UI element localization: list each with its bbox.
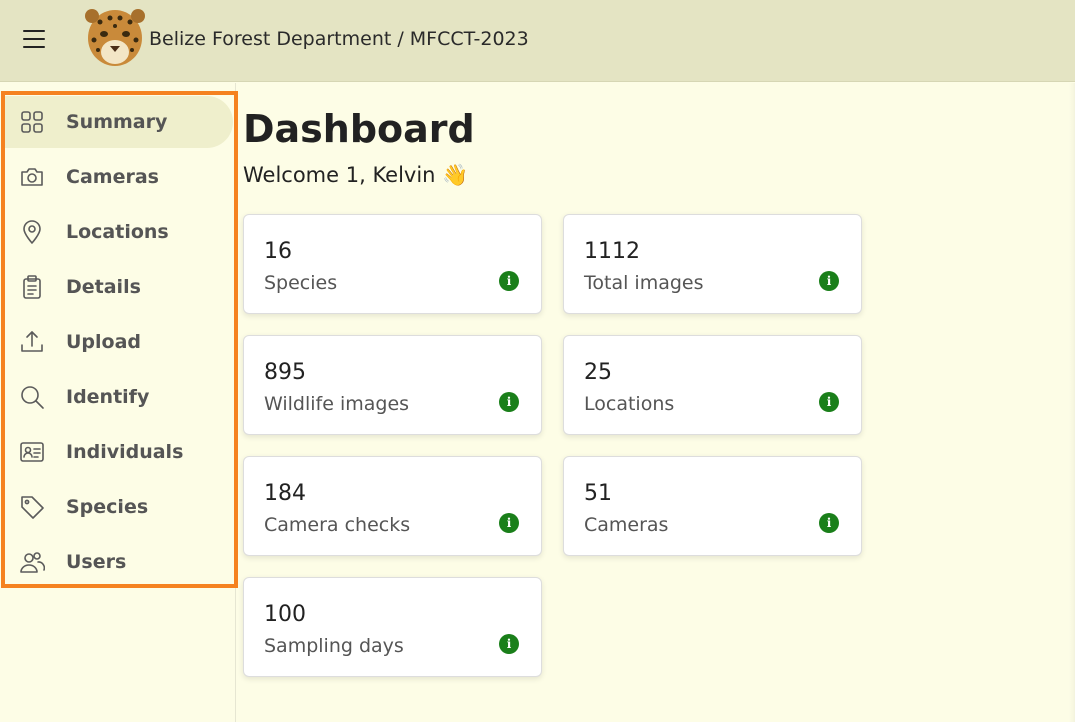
sidebar-item-locations[interactable]: Locations	[5, 206, 233, 258]
stat-card-wildlife-images[interactable]: 895 Wildlife images i	[243, 335, 542, 435]
stat-card-cameras[interactable]: 51 Cameras i	[563, 456, 862, 556]
stat-card-camera-checks[interactable]: 184 Camera checks i	[243, 456, 542, 556]
sidebar-item-upload[interactable]: Upload	[5, 316, 233, 368]
location-pin-icon	[19, 219, 45, 245]
upload-icon	[19, 329, 45, 355]
info-icon[interactable]: i	[819, 271, 839, 291]
users-icon	[19, 549, 45, 575]
sidebar-item-users[interactable]: Users	[5, 536, 233, 588]
info-icon[interactable]: i	[819, 392, 839, 412]
sidebar-item-label: Summary	[66, 111, 168, 133]
sidebar-item-label: Cameras	[66, 166, 159, 188]
sidebar-item-species[interactable]: Species	[5, 481, 233, 533]
clipboard-icon	[19, 274, 45, 300]
stat-value: 1112	[584, 239, 640, 264]
stat-card-species[interactable]: 16 Species i	[243, 214, 542, 314]
info-icon[interactable]: i	[499, 271, 519, 291]
stat-label: Sampling days	[264, 635, 404, 657]
sidebar-item-details[interactable]: Details	[5, 261, 233, 313]
top-app-bar: Belize Forest Department / MFCCT-2023	[0, 0, 1075, 82]
jaguar-logo-icon	[80, 4, 150, 68]
stat-label: Total images	[584, 272, 704, 294]
sidebar-item-label: Locations	[66, 221, 169, 243]
sidebar-item-label: Upload	[66, 331, 142, 353]
sidebar-nav: Summary Cameras Locations Details Upload…	[0, 83, 238, 722]
stat-label: Cameras	[584, 514, 669, 536]
welcome-message: Welcome 1, Kelvin 👋	[243, 163, 469, 187]
stat-value: 25	[584, 360, 612, 385]
stat-label: Wildlife images	[264, 393, 410, 415]
content-edge-shadow	[1069, 83, 1075, 722]
stat-card-locations[interactable]: 25 Locations i	[563, 335, 862, 435]
id-card-icon	[19, 439, 45, 465]
sidebar-item-label: Species	[66, 496, 149, 518]
info-icon[interactable]: i	[499, 634, 519, 654]
info-icon[interactable]: i	[499, 513, 519, 533]
grid-icon	[19, 109, 45, 135]
sidebar-item-label: Identify	[66, 386, 150, 408]
stat-label: Species	[264, 272, 338, 294]
tag-icon	[19, 494, 45, 520]
stat-label: Camera checks	[264, 514, 411, 536]
sidebar-item-cameras[interactable]: Cameras	[5, 151, 233, 203]
sidebar-item-label: Individuals	[66, 441, 184, 463]
stat-value: 16	[264, 239, 292, 264]
stat-value: 100	[264, 602, 306, 627]
stat-label: Locations	[584, 393, 675, 415]
info-icon[interactable]: i	[499, 392, 519, 412]
sidebar-item-summary[interactable]: Summary	[5, 96, 233, 148]
stat-card-sampling-days[interactable]: 100 Sampling days i	[243, 577, 542, 677]
sidebar-item-identify[interactable]: Identify	[5, 371, 233, 423]
sidebar-item-label: Details	[66, 276, 141, 298]
info-icon[interactable]: i	[819, 513, 839, 533]
stat-value: 184	[264, 481, 306, 506]
stat-card-total-images[interactable]: 1112 Total images i	[563, 214, 862, 314]
stat-value: 51	[584, 481, 612, 506]
app-title: Belize Forest Department / MFCCT-2023	[149, 28, 529, 50]
search-icon	[19, 384, 45, 410]
camera-icon	[19, 164, 45, 190]
stat-value: 895	[264, 360, 306, 385]
page-title: Dashboard	[243, 107, 475, 151]
hamburger-menu-icon[interactable]	[18, 27, 50, 51]
sidebar-item-individuals[interactable]: Individuals	[5, 426, 233, 478]
sidebar-item-label: Users	[66, 551, 127, 573]
